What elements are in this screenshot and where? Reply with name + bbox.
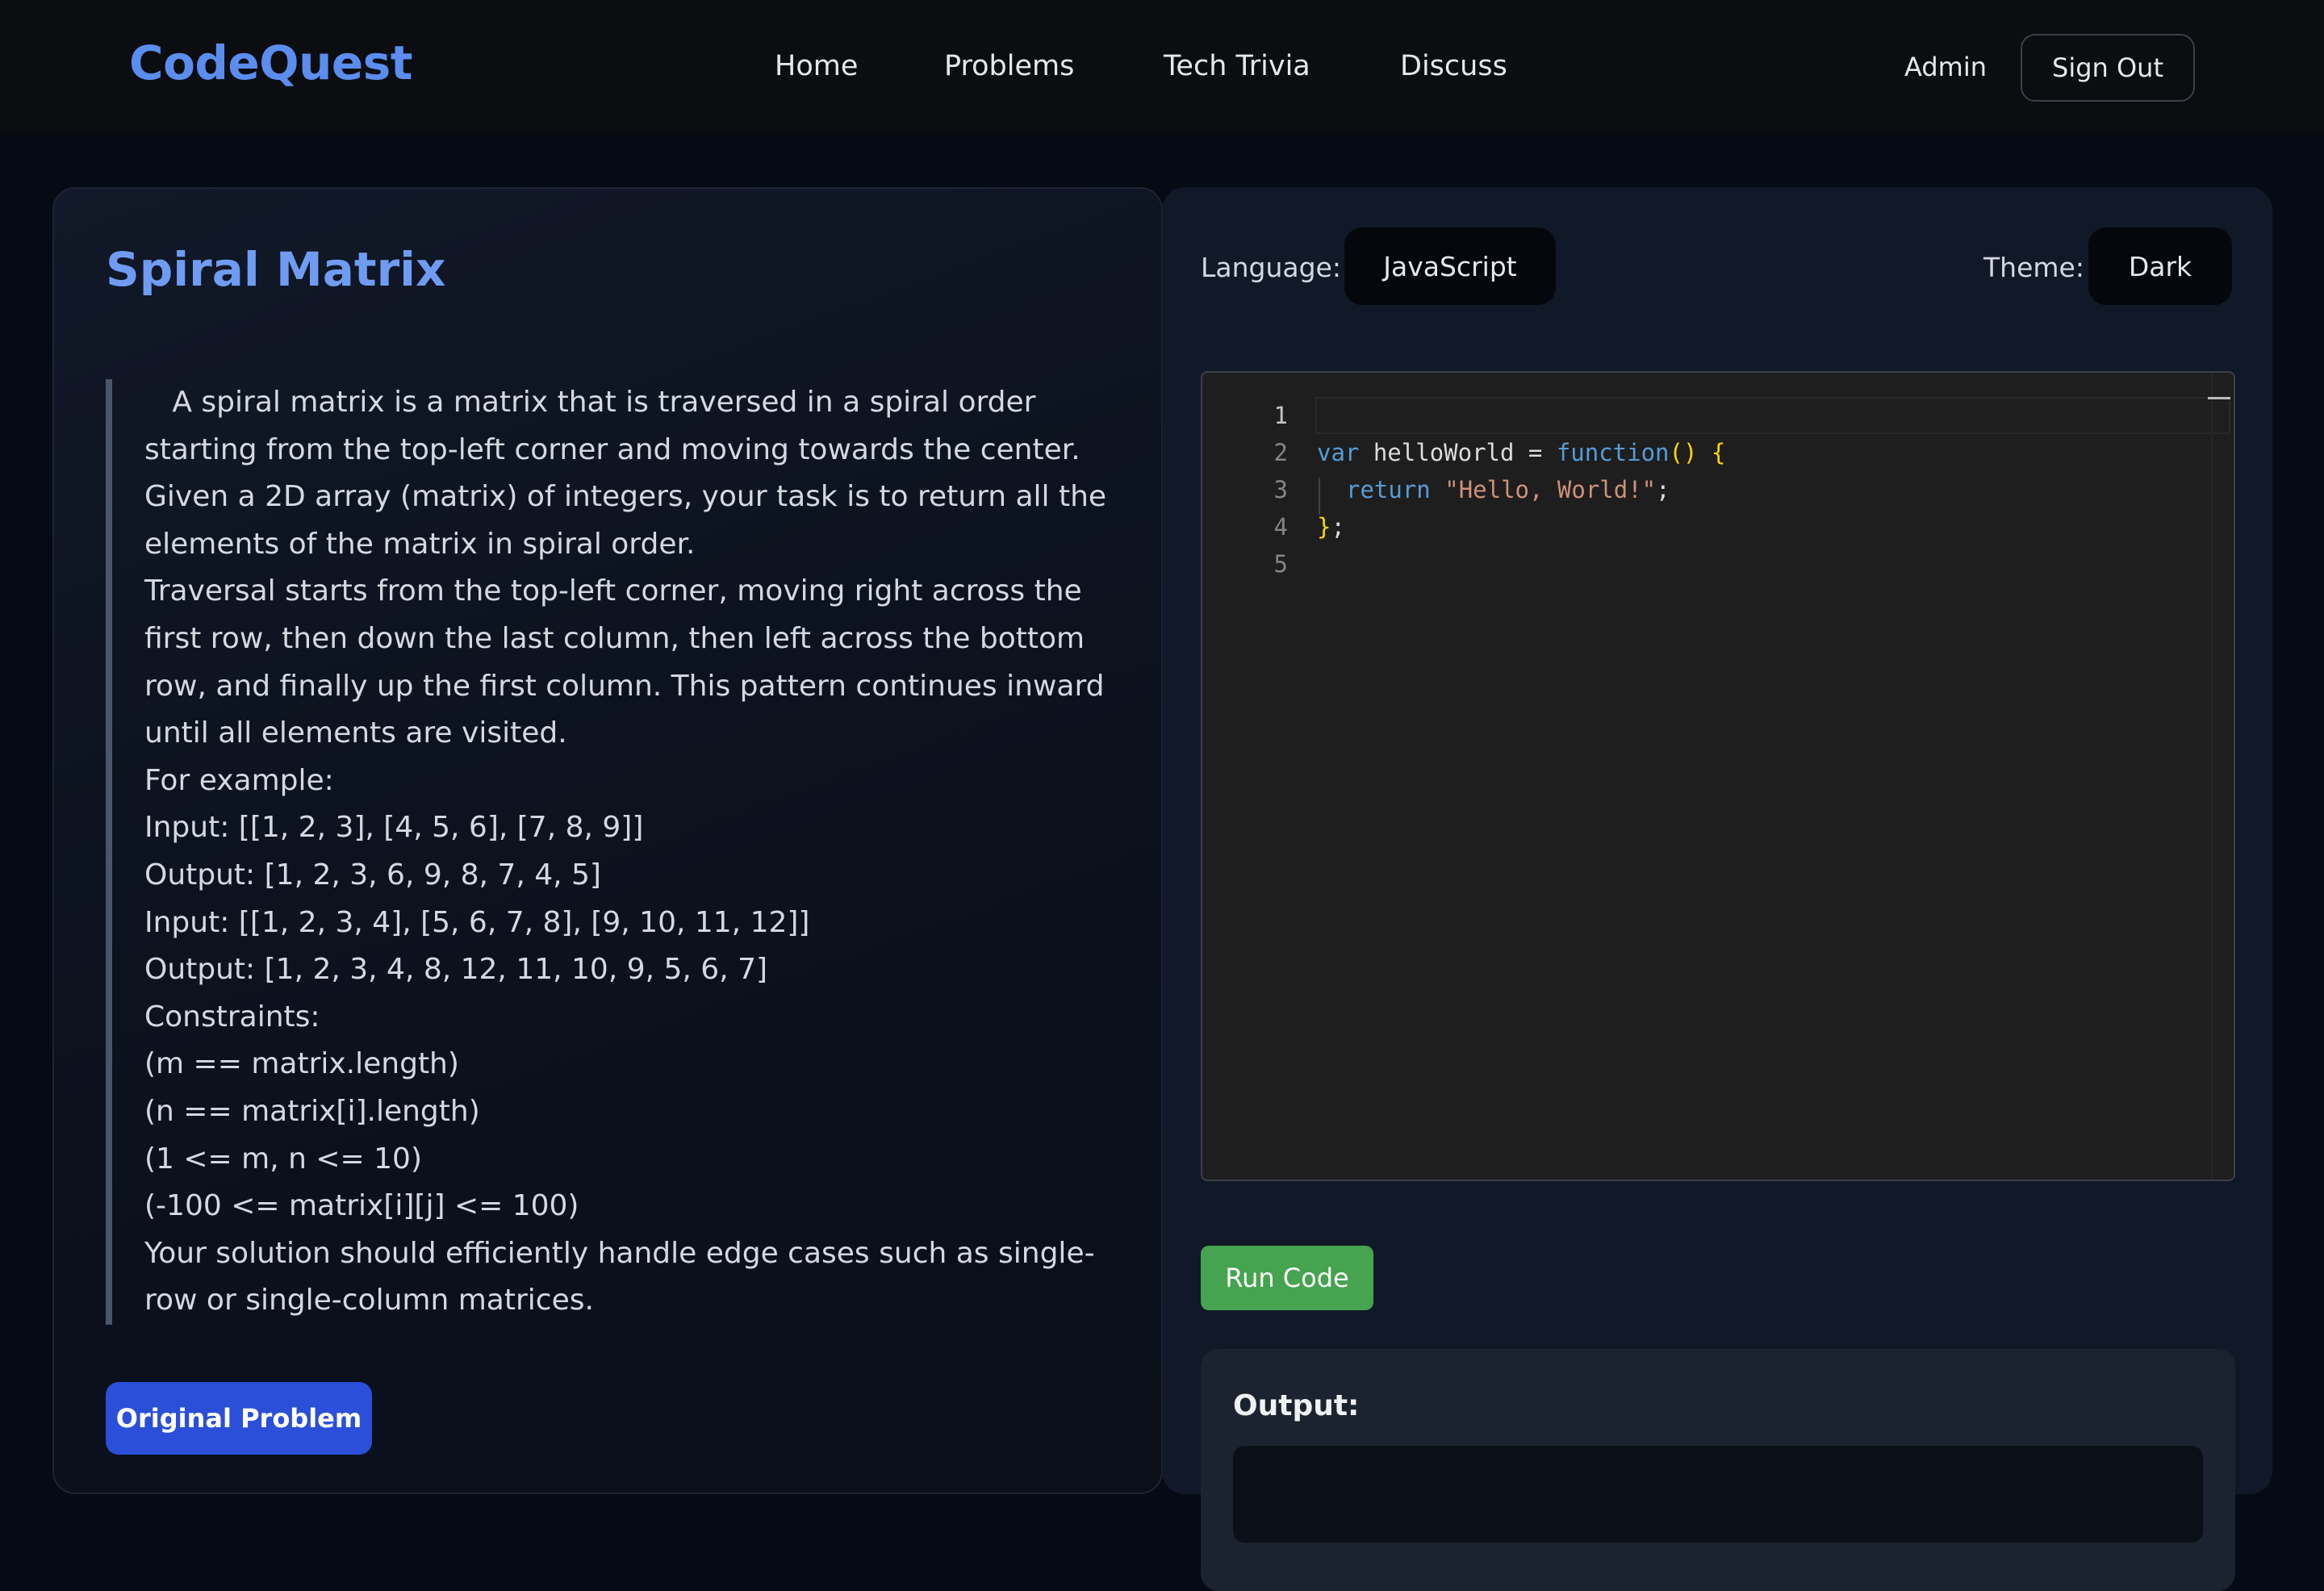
original-problem-button[interactable]: Original Problem <box>106 1382 372 1455</box>
example-output: Output: [1, 2, 3, 4, 8, 12, 11, 10, 9, 5… <box>144 953 768 987</box>
description-paragraph: Your solution should efficiently handle … <box>144 1236 1095 1317</box>
sign-out-button[interactable]: Sign Out <box>2021 34 2195 102</box>
problem-panel: Spiral Matrix A spiral matrix is a matri… <box>52 187 1163 1494</box>
line-number: 2 <box>1273 439 1288 466</box>
user-name[interactable]: Admin <box>1904 52 1987 82</box>
line-number: 1 <box>1273 402 1288 429</box>
description-paragraph: Traversal starts from the top-left corne… <box>144 574 1114 750</box>
line-number: 4 <box>1273 513 1288 541</box>
constraint-item: (-100 <= matrix[i][j] <= 100) <box>144 1189 579 1223</box>
nav-link-home[interactable]: Home <box>775 50 858 82</box>
code-text: var helloWorld = function() { <box>1317 439 1726 466</box>
code-line: 3 return "Hello, World!"; <box>1202 471 2234 508</box>
theme-select[interactable]: Dark <box>2088 228 2232 305</box>
output-panel: Output: <box>1201 1349 2235 1591</box>
description-paragraph: A spiral matrix is a matrix that is trav… <box>144 386 1116 561</box>
nav-link-tech-trivia[interactable]: Tech Trivia <box>1164 50 1310 82</box>
code-editor[interactable]: 1 2 var helloWorld = function() { 3 retu… <box>1201 371 2235 1181</box>
theme-label: Theme: <box>1983 252 2084 283</box>
code-line: 2 var helloWorld = function() { <box>1202 434 2234 471</box>
code-line: 5 <box>1202 545 2234 583</box>
problem-description: A spiral matrix is a matrix that is trav… <box>106 379 1147 1325</box>
editor-panel: Language: JavaScript Theme: Dark 1 2 var… <box>1162 187 2272 1591</box>
example-output: Output: [1, 2, 3, 6, 9, 8, 7, 4, 5] <box>144 858 601 892</box>
language-label: Language: <box>1201 252 1341 283</box>
output-title: Output: <box>1233 1389 1360 1422</box>
nav-link-problems[interactable]: Problems <box>944 50 1074 82</box>
code-line: 1 <box>1202 397 2234 434</box>
brand-logo[interactable]: CodeQuest <box>129 35 412 90</box>
code-text: }; <box>1317 513 1345 541</box>
top-navbar: CodeQuest Home Problems Tech Trivia Disc… <box>0 0 2324 135</box>
output-console <box>1233 1446 2203 1543</box>
constraints-heading: Constraints: <box>144 1000 320 1034</box>
constraint-item: (1 <= m, n <= 10) <box>144 1142 423 1176</box>
nav-link-discuss[interactable]: Discuss <box>1400 50 1507 82</box>
constraint-item: (m == matrix.length) <box>144 1047 459 1081</box>
line-number: 3 <box>1273 476 1288 503</box>
line-number: 5 <box>1273 550 1288 578</box>
example-input: Input: [[1, 2, 3], [4, 5, 6], [7, 8, 9]] <box>144 811 644 845</box>
problem-title: Spiral Matrix <box>106 242 446 297</box>
code-line: 4 }; <box>1202 508 2234 545</box>
run-code-button[interactable]: Run Code <box>1201 1246 1373 1310</box>
description-paragraph: For example: <box>144 763 334 797</box>
language-select[interactable]: JavaScript <box>1344 228 1556 305</box>
example-input: Input: [[1, 2, 3, 4], [5, 6, 7, 8], [9, … <box>144 905 810 939</box>
code-text: return "Hello, World!"; <box>1346 476 1670 503</box>
constraint-item: (n == matrix[i].length) <box>144 1094 480 1128</box>
